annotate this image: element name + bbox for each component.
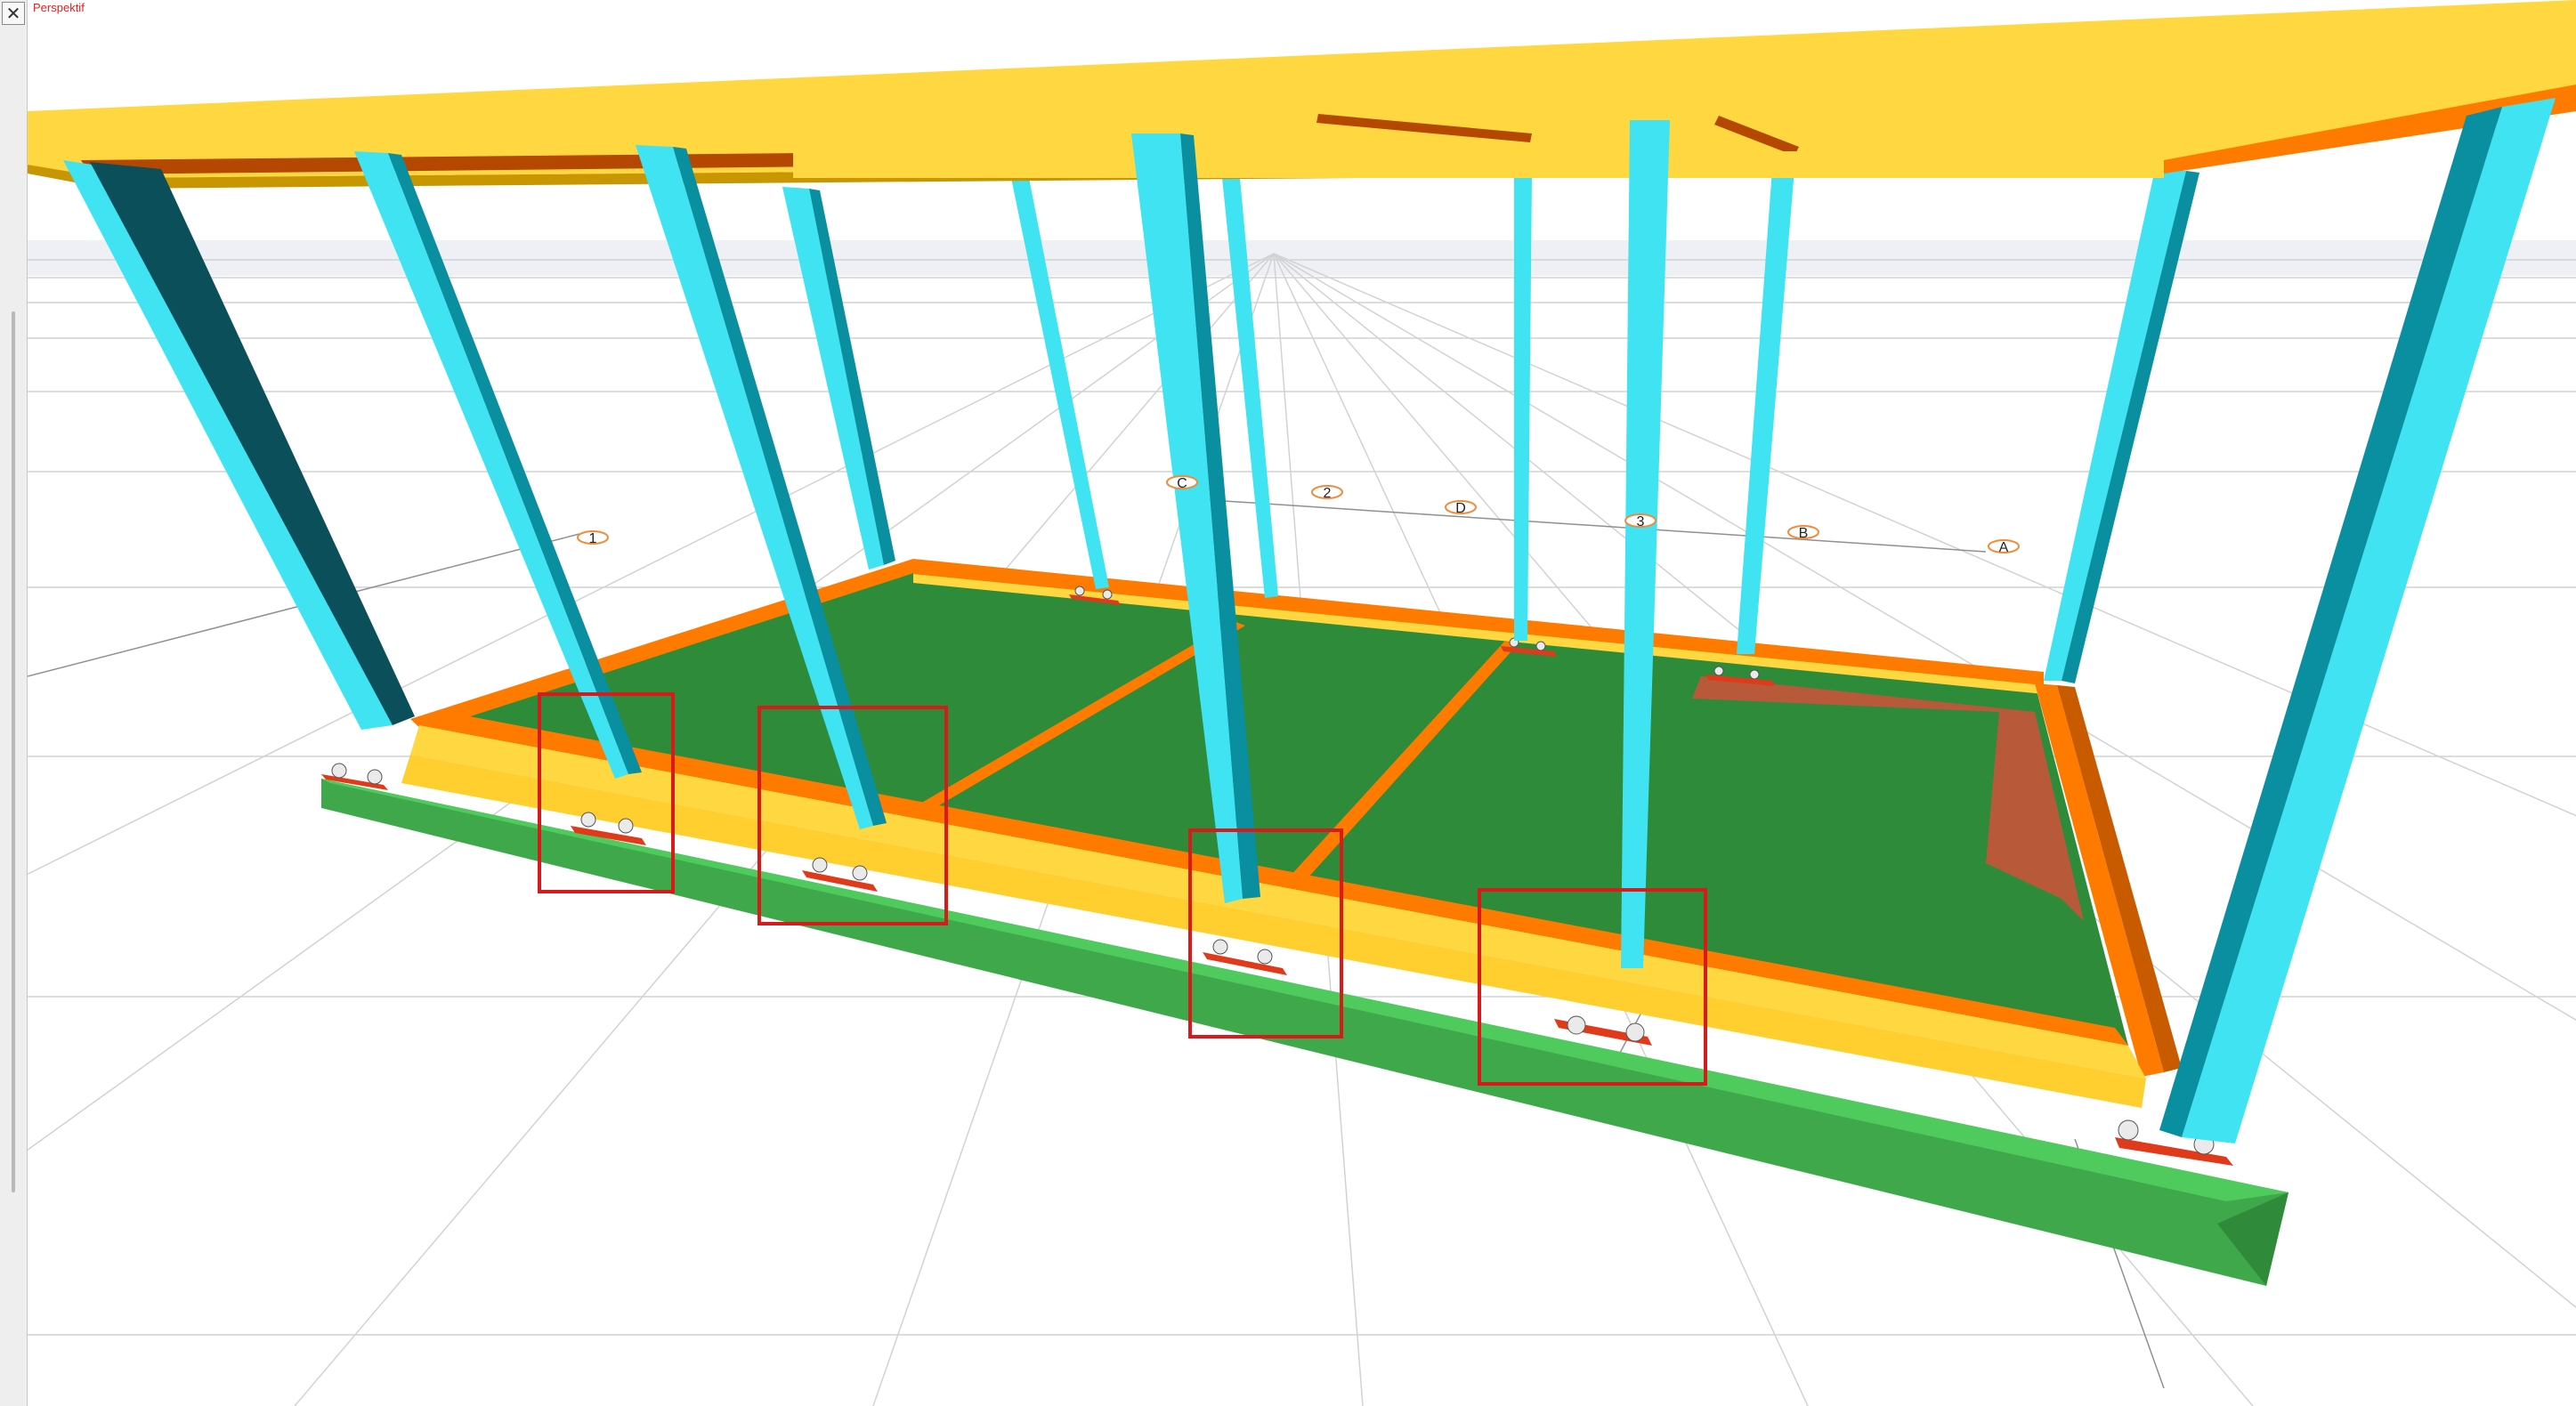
top-beams — [28, 0, 2576, 189]
grid-label: A — [1999, 540, 2009, 555]
bolt-icon — [2118, 1119, 2139, 1141]
grid-label: C — [1177, 476, 1187, 491]
grid-label: 1 — [589, 531, 597, 546]
grid-bubble: 2 — [1311, 485, 1343, 501]
app-window: ✕ 1 C 2 D 3 B A Perspektif — [0, 0, 2576, 1406]
bolt-icon — [618, 818, 634, 834]
grid-label: B — [1799, 526, 1809, 541]
bolt-icon — [1625, 1022, 1645, 1042]
grid-bubble: D — [1445, 500, 1477, 516]
bolt-icon — [580, 812, 596, 828]
bolt-icon — [331, 763, 347, 779]
bolt-icon — [1212, 939, 1228, 955]
grid-bubble: A — [1988, 539, 2020, 555]
vertical-scrollbar[interactable] — [12, 311, 15, 1192]
bolt-icon — [812, 857, 828, 873]
grid-bubble: 1 — [577, 530, 609, 546]
bolt-icon — [1102, 589, 1113, 600]
3d-viewport[interactable]: 1 C 2 D 3 B A Perspektif — [28, 0, 2576, 1406]
bolt-icon — [367, 769, 383, 785]
grid-label: 3 — [1637, 514, 1645, 529]
grid-label: D — [1455, 501, 1466, 516]
bolt-icon — [1567, 1015, 1586, 1035]
bolt-icon — [852, 865, 868, 881]
viewport-label: Perspektif — [33, 1, 85, 14]
bolt-icon — [1074, 586, 1085, 596]
bolt-icon — [1749, 669, 1760, 680]
left-toolbar: ✕ — [0, 0, 28, 1406]
bolt-icon — [1535, 641, 1546, 651]
grid-label: 2 — [1324, 486, 1332, 501]
bolt-icon — [1713, 666, 1724, 676]
close-icon[interactable]: ✕ — [2, 2, 25, 25]
bolt-icon — [1257, 949, 1273, 965]
3d-scene[interactable]: 1 C 2 D 3 B A — [28, 0, 2576, 1406]
